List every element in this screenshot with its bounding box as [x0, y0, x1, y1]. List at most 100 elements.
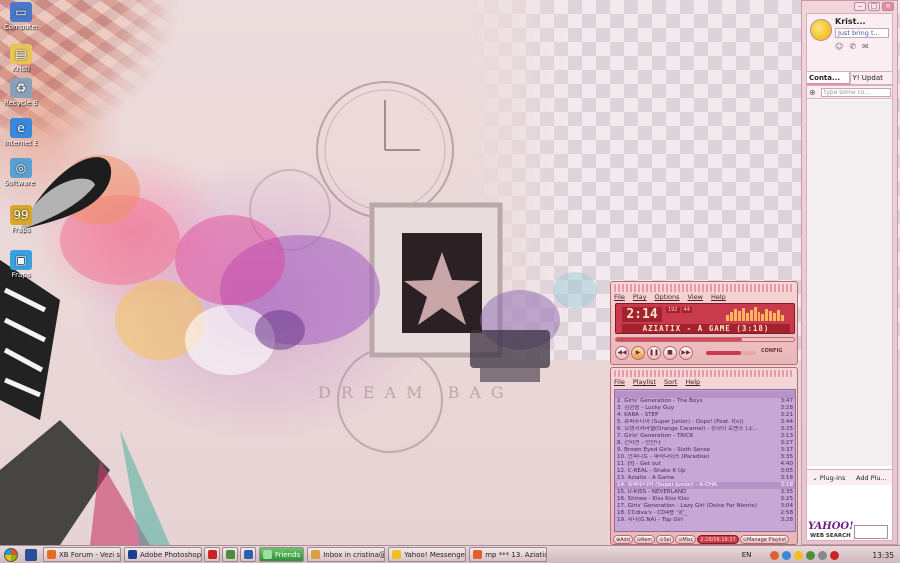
khz-value: 44: [681, 307, 692, 313]
desktop-icon-app[interactable]: ▣ Fraps: [4, 250, 38, 279]
playlist-toolbar: ⊕Add ⊖Rem ⊙Sel ⊙Misc 2:28/58:18:37 ⊙Mana…: [613, 534, 797, 544]
desktop-icon-fraps[interactable]: 99 Fraps: [4, 205, 38, 234]
track-title: 16. Shinee - Kiss Kiss Kiss: [617, 496, 690, 502]
status-message-input[interactable]: Just bring t...: [835, 28, 889, 38]
playlist-track-row[interactable]: 9. Brown Eyed Girls - Sixth Sense 3:37: [615, 447, 795, 454]
security-tray-icon[interactable]: [806, 550, 816, 560]
desktop-icon-internet-explorer[interactable]: e Internet Explorer: [4, 118, 38, 147]
show-desktop-icon[interactable]: [25, 548, 37, 561]
remove-button[interactable]: ⊖Rem: [633, 534, 656, 544]
playlist-track-row[interactable]: 15. U-KISS - NEVERLAND 3:35: [615, 489, 795, 496]
config-button[interactable]: CONFIG: [761, 348, 782, 354]
add-contact-icon[interactable]: ⊕: [809, 88, 816, 97]
select-button[interactable]: ⊙Sel: [656, 534, 675, 544]
playlist-track-row[interactable]: 12. C-REAL - Shake It Up 3:05: [615, 468, 795, 475]
playlist-titlebar[interactable]: [614, 370, 794, 377]
winamp-titlebar[interactable]: [614, 284, 794, 292]
menu-play[interactable]: Play: [633, 293, 647, 301]
web-search-input[interactable]: [854, 525, 888, 539]
pl-menu-help[interactable]: Help: [685, 378, 700, 386]
time-readout[interactable]: 2:14: [622, 307, 662, 322]
taskbar-task-button[interactable]: Friends: [259, 547, 305, 562]
menu-help[interactable]: Help: [711, 293, 726, 301]
previous-button[interactable]: ◀◀: [615, 346, 629, 360]
antivirus-tray-icon[interactable]: [830, 550, 840, 560]
menu-options[interactable]: Options: [654, 293, 679, 301]
fraps-icon: 99: [10, 205, 32, 225]
playlist-track-row[interactable]: 8. 간미연 - 안만나 3:27: [615, 440, 795, 447]
playlist-track-row[interactable]: 19. 지나(G.NA) - Top Girl 3:28: [615, 517, 795, 524]
contacts-icon[interactable]: ☺: [835, 42, 843, 51]
playlist-tracks[interactable]: 2. Girls' Generation - The Boys 3:47 3. 김현…: [614, 389, 796, 532]
playlist-track-row[interactable]: 14. 슈퍼주니어 (Super Junior) - A-CHA 3:18: [615, 482, 795, 489]
pl-menu-playlist[interactable]: Playlist: [633, 378, 656, 386]
track-title: [617, 391, 777, 398]
playlist-track-row[interactable]: [615, 391, 795, 398]
start-button[interactable]: [0, 546, 22, 563]
plugins-button[interactable]: ⌄ Plug-ins: [812, 470, 845, 485]
playlist-track-row[interactable]: 4. KARA - STEP 3:21: [615, 412, 795, 419]
track-title: 12. C-REAL - Shake It Up: [617, 468, 686, 474]
playlist-track-row[interactable]: 17. Girls' Generation - Lazy Girl (Dolce…: [615, 503, 795, 510]
stop-button[interactable]: ■: [663, 346, 677, 360]
desktop-icon-software[interactable]: ◎ Software Gate: [4, 158, 38, 187]
mail-icon[interactable]: ✉: [862, 42, 869, 51]
maximize-button[interactable]: □: [868, 2, 880, 11]
winamp-tray-icon[interactable]: [770, 550, 780, 560]
manage-playlist-button[interactable]: ⊙Manage Playlist: [739, 534, 790, 544]
playlist-track-row[interactable]: 13. Aziatix - A Game 3:18: [615, 475, 795, 482]
next-button[interactable]: ▶▶: [679, 346, 693, 360]
yahoo-tray-icon[interactable]: [794, 550, 804, 560]
playlist-track-row[interactable]: 5. 슈퍼주니어 (Super Junior) - Oops! (Feat. f…: [615, 419, 795, 426]
clock[interactable]: 13:35: [872, 551, 894, 560]
app-icon: ▣: [10, 250, 32, 270]
add-button[interactable]: ⊕Add: [613, 534, 633, 544]
tab-contacts[interactable]: Conta...: [806, 71, 850, 85]
volume-slider[interactable]: [706, 351, 756, 355]
menu-file[interactable]: File: [614, 293, 625, 301]
desktop-icon-user-folder[interactable]: ▤ Kristi: [4, 44, 38, 73]
desktop-icon-computer[interactable]: ▭ Computer: [4, 2, 38, 31]
close-button[interactable]: ×: [882, 2, 894, 11]
misc-button[interactable]: ⊙Misc: [675, 534, 697, 544]
minimize-button[interactable]: –: [854, 2, 866, 11]
pl-menu-file[interactable]: File: [614, 378, 625, 386]
profile-name[interactable]: Krist...: [835, 17, 866, 26]
taskbar-task-button[interactable]: mp *** 13. Aziatix -...: [469, 547, 548, 562]
seek-bar[interactable]: [615, 337, 795, 342]
spectrum-visualizer[interactable]: [726, 307, 785, 321]
volume-tray-icon[interactable]: [818, 550, 828, 560]
taskbar-task-button[interactable]: Yahoo! Messenger: [388, 547, 467, 562]
taskbar-task-button[interactable]: [240, 547, 256, 562]
playlist-track-row[interactable]: 6. 오렌지캬라멜(Orange Caramel) - 상하이 로맨스 (上..…: [615, 426, 795, 433]
pause-button[interactable]: ❚❚: [647, 346, 661, 360]
menu-view[interactable]: View: [688, 293, 703, 301]
desktop-icon-recycle-bin[interactable]: ♻ Recycle Bin: [4, 78, 38, 107]
taskbar-task-button[interactable]: Inbox in cristina@i...: [307, 547, 386, 562]
play-button[interactable]: ▶: [631, 346, 645, 360]
playlist-track-row[interactable]: 2. Girls' Generation - The Boys 3:47: [615, 398, 795, 405]
yahoo-messenger-icon: [392, 550, 402, 559]
network-tray-icon[interactable]: [782, 550, 792, 560]
phone-icon[interactable]: ✆: [849, 42, 856, 51]
language-indicator[interactable]: EN: [742, 551, 752, 559]
taskbar-task-button[interactable]: [204, 547, 220, 562]
taskbar-task-button[interactable]: [222, 547, 238, 562]
playlist-track-row[interactable]: 3. 김현중 - Lucky Guy 3:28: [615, 405, 795, 412]
taskbar-task-button[interactable]: Adobe Photoshop ...: [124, 547, 202, 562]
tab-updates[interactable]: Y! Updat: [849, 71, 893, 85]
contact-search-input[interactable]: type some co...: [821, 88, 891, 97]
playlist-track-row[interactable]: 16. Shinee - Kiss Kiss Kiss 3:25: [615, 496, 795, 503]
pl-menu-sort[interactable]: Sort: [664, 378, 677, 386]
avatar[interactable]: [810, 19, 832, 41]
playlist-track-row[interactable]: 11. JYJ - Get out 4:40: [615, 461, 795, 468]
playlist-track-row[interactable]: 7. Girls' Generation - TRICK 3:13: [615, 433, 795, 440]
contact-list[interactable]: [807, 100, 892, 466]
add-plugins-button[interactable]: Add Plu...: [856, 470, 887, 485]
photoshop-icon: [128, 550, 137, 559]
yahoo-profile-panel: Krist... Just bring t... ☺ ✆ ✉: [806, 13, 893, 73]
spectrum-bar: [733, 309, 737, 321]
taskbar-task-button[interactable]: XB Forum - Vezi su...: [43, 547, 121, 562]
playlist-track-row[interactable]: 18. CCdiva's - CD4용 '핫'_ 2:58: [615, 510, 795, 517]
playlist-track-row[interactable]: 10. 인피니트 - 파라다이스 (Paradise) 3:35: [615, 454, 795, 461]
